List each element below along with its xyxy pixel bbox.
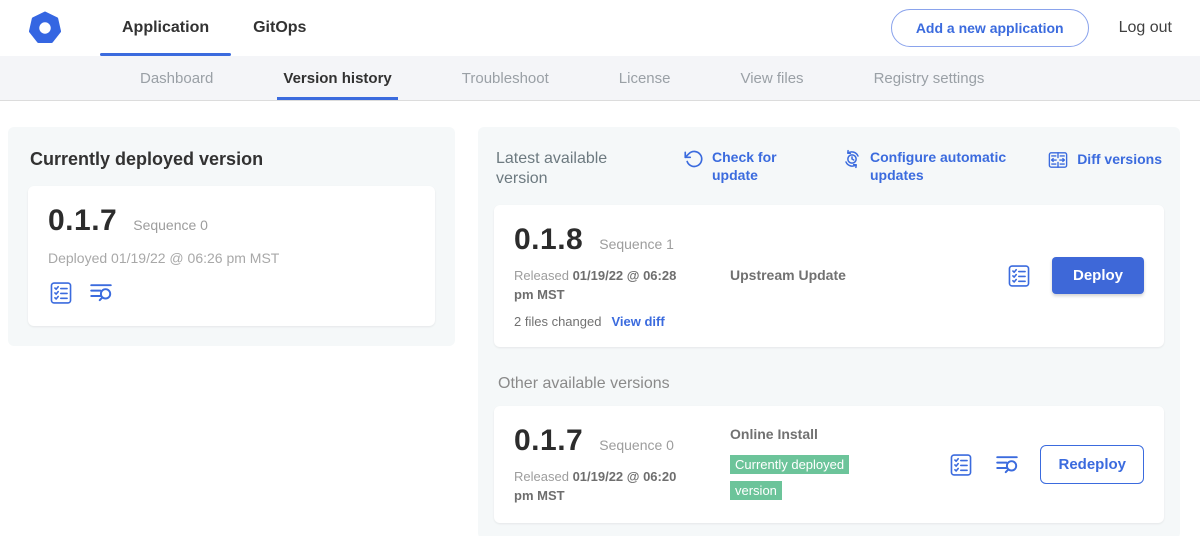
deploy-button[interactable]: Deploy (1052, 257, 1144, 294)
check-for-update-label: Check for update (712, 149, 784, 184)
latest-released-timestamp: Released 01/19/22 @ 06:28 pm MST (514, 267, 686, 305)
app-subnav: Dashboard Version history Troubleshoot L… (0, 56, 1200, 101)
diff-versions-icon (1047, 149, 1069, 171)
check-for-update-link[interactable]: Check for update (684, 149, 790, 184)
released-prefix: Released (514, 268, 569, 283)
redeploy-button[interactable]: Redeploy (1040, 445, 1144, 484)
latest-version-card: 0.1.8 Sequence 1 Released 01/19/22 @ 06:… (494, 205, 1164, 347)
deploy-logs-icon[interactable] (994, 452, 1020, 478)
currently-deployed-badge: Currently deployed version (730, 455, 849, 500)
subnav-registry-settings-label: Registry settings (874, 70, 985, 87)
latest-available-title: Latest available version (496, 149, 656, 189)
logout-link[interactable]: Log out (1119, 19, 1172, 37)
subnav-version-history[interactable]: Version history (283, 56, 391, 100)
tab-gitops-label: GitOps (253, 19, 306, 37)
deployed-version-card: 0.1.7 Sequence 0 Deployed 01/19/22 @ 06:… (28, 186, 435, 326)
available-panel-header: Latest available version Check for updat… (496, 149, 1162, 189)
subnav-registry-settings[interactable]: Registry settings (874, 56, 985, 100)
subnav-troubleshoot-label: Troubleshoot (462, 70, 549, 87)
view-diff-link[interactable]: View diff (611, 314, 664, 329)
latest-version-number: 0.1.8 (514, 223, 583, 257)
add-application-button[interactable]: Add a new application (891, 9, 1089, 47)
refresh-icon (684, 149, 704, 169)
subnav-dashboard[interactable]: Dashboard (140, 56, 213, 100)
released-prefix: Released (514, 469, 569, 484)
auto-update-clock-icon (842, 149, 862, 169)
app-logo[interactable] (28, 0, 62, 56)
currently-deployed-panel: Currently deployed version 0.1.7 Sequenc… (8, 127, 455, 346)
other-version-card: 0.1.7 Sequence 0 Released 01/19/22 @ 06:… (494, 406, 1164, 524)
preflight-checks-icon[interactable] (1006, 263, 1032, 289)
app-logo-icon (28, 11, 62, 45)
preflight-checks-icon[interactable] (48, 280, 74, 306)
configure-updates-link[interactable]: Configure automatic updates (842, 149, 1032, 184)
deployed-timestamp: Deployed 01/19/22 @ 06:26 pm MST (48, 250, 415, 266)
other-versions-heading: Other available versions (498, 375, 1160, 393)
currently-deployed-badge-wrap: Currently deployed version (730, 452, 866, 503)
files-changed-count: 2 files changed (514, 314, 601, 329)
subnav-version-history-label: Version history (283, 70, 391, 87)
other-version-number: 0.1.7 (514, 424, 583, 458)
tab-application[interactable]: Application (100, 0, 231, 56)
other-sequence: Sequence 0 (599, 437, 674, 453)
other-source-label: Online Install (730, 426, 818, 442)
currently-deployed-title: Currently deployed version (30, 149, 433, 170)
other-released-timestamp: Released 01/19/22 @ 06:20 pm MST (514, 468, 686, 506)
subnav-view-files-label: View files (740, 70, 803, 87)
subnav-troubleshoot[interactable]: Troubleshoot (462, 56, 549, 100)
diff-versions-link[interactable]: Diff versions (1047, 149, 1162, 171)
latest-sequence: Sequence 1 (599, 236, 674, 252)
subnav-view-files[interactable]: View files (740, 56, 803, 100)
preflight-checks-icon[interactable] (948, 452, 974, 478)
subnav-license-label: License (619, 70, 671, 87)
subnav-active-underline (277, 97, 397, 100)
deployed-sequence: Sequence 0 (133, 217, 208, 233)
main-content: Currently deployed version 0.1.7 Sequenc… (0, 101, 1200, 536)
tab-gitops[interactable]: GitOps (231, 0, 328, 56)
top-navbar: Application GitOps Add a new application… (0, 0, 1200, 56)
available-versions-panel: Latest available version Check for updat… (478, 127, 1180, 536)
deployed-version-number: 0.1.7 (48, 204, 117, 238)
top-tabs: Application GitOps (100, 0, 328, 56)
deploy-logs-icon[interactable] (88, 280, 114, 306)
diff-versions-label: Diff versions (1077, 151, 1162, 169)
topbar-right: Add a new application Log out (891, 0, 1172, 56)
latest-source-label: Upstream Update (730, 267, 846, 283)
subnav-license[interactable]: License (619, 56, 671, 100)
subnav-dashboard-label: Dashboard (140, 70, 213, 87)
configure-updates-label: Configure automatic updates (870, 149, 1020, 184)
tab-application-label: Application (122, 19, 209, 37)
